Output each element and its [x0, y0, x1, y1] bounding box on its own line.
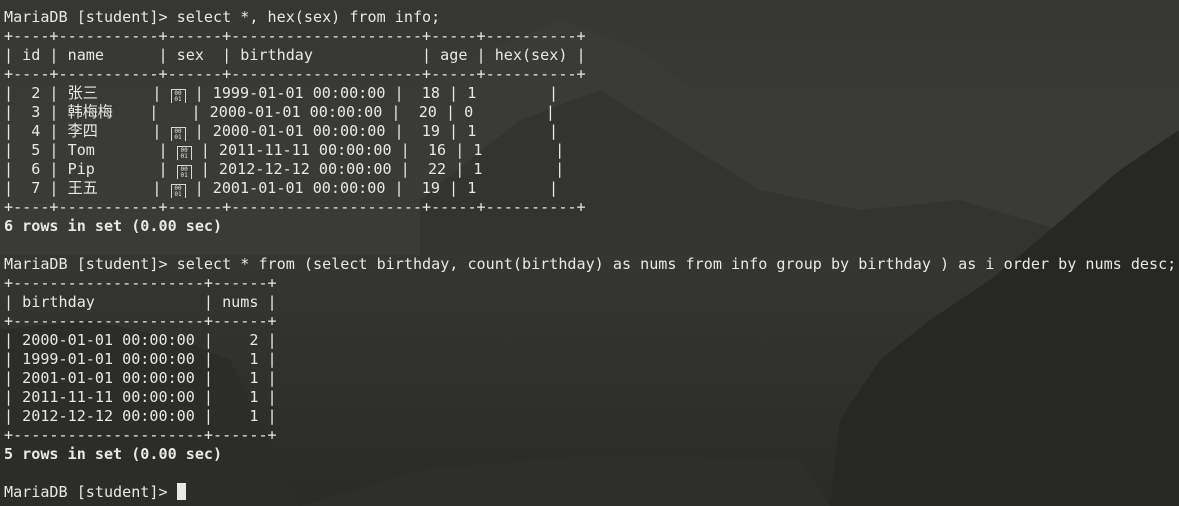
table-border: +----+-----------+------+---------------…: [4, 65, 586, 83]
table-row: | 2011-11-11 00:00:00 | 1 |: [4, 388, 277, 406]
text-cursor: [176, 483, 186, 500]
table-border: +----+-----------+------+---------------…: [4, 198, 586, 216]
row-suffix: | 2012-12-12 00:00:00 | 22 | 1 |: [191, 160, 565, 178]
unknown-glyph-box: 00 01: [170, 184, 186, 198]
table-row: | 2012-12-12 00:00:00 | 1 |: [4, 407, 277, 425]
table-row: | 4 | 李四 | 00 01 | 2000-01-01 00:00:00 | …: [4, 122, 1179, 141]
row-prefix: | 5 | Tom |: [4, 141, 177, 159]
row-prefix: | 4 | 李四 |: [4, 122, 171, 140]
table-row: | 2000-01-01 00:00:00 | 2 |: [4, 331, 277, 349]
row-prefix: | 3 | 韩梅梅 |: [4, 103, 168, 121]
row-suffix: | 1999-01-01 00:00:00 | 18 | 1 |: [185, 84, 559, 102]
unknown-glyph-box: 00 01: [170, 127, 186, 141]
command-line: MariaDB [student]> select * from (select…: [4, 255, 1179, 274]
table-border: +---------------------+------+: [4, 312, 277, 330]
result-summary: 5 rows in set (0.00 sec): [4, 445, 223, 463]
command-line: MariaDB [student]> select *, hex(sex) fr…: [4, 8, 1179, 27]
row-prefix: | 2 | 张三 |: [4, 84, 171, 102]
table-header-row: | birthday | nums |: [4, 293, 277, 311]
row-suffix: | 2000-01-01 00:00:00 | 20 | 0 |: [182, 103, 556, 121]
table-row: | 2001-01-01 00:00:00 | 1 |: [4, 369, 277, 387]
terminal-window[interactable]: MariaDB [student]> select *, hex(sex) fr…: [0, 0, 1179, 506]
query-text: select * from (select birthday, count(bi…: [176, 255, 1177, 273]
unknown-glyph-box: 00 01: [170, 89, 186, 103]
unknown-glyph-box: 00 01: [176, 165, 192, 179]
row-prefix: | 6 | Pip |: [4, 160, 177, 178]
table-border: +----+-----------+------+---------------…: [4, 27, 586, 45]
table-row: | 5 | Tom | 00 01 | 2011-11-11 00:00:00 |…: [4, 141, 1179, 160]
table-border: +---------------------+------+: [4, 426, 277, 444]
table-row: | 1999-01-01 00:00:00 | 1 |: [4, 350, 277, 368]
table-row: | 6 | Pip | 00 01 | 2012-12-12 00:00:00 |…: [4, 160, 1179, 179]
unknown-glyph-box: 00 01: [176, 146, 192, 160]
prompt: MariaDB [student]>: [4, 8, 177, 26]
table-border: +---------------------+------+: [4, 274, 277, 292]
row-suffix: | 2001-01-01 00:00:00 | 19 | 1 |: [185, 179, 559, 197]
row-suffix: | 2011-11-11 00:00:00 | 16 | 1 |: [191, 141, 565, 159]
row-prefix: | 7 | 王五 |: [4, 179, 171, 197]
table-header-row: | id | name | sex | birthday | age | hex…: [4, 46, 586, 64]
table-row: | 2 | 张三 | 00 01 | 1999-01-01 00:00:00 | …: [4, 84, 1179, 103]
prompt: MariaDB [student]>: [4, 255, 177, 273]
result-summary: 6 rows in set (0.00 sec): [4, 217, 223, 235]
query-text: select *, hex(sex) from info;: [176, 8, 441, 26]
row-suffix: | 2000-01-01 00:00:00 | 19 | 1 |: [185, 122, 559, 140]
table-row: | 3 | 韩梅梅 | | 2000-01-01 00:00:00 | 20 |…: [4, 103, 1179, 122]
prompt: MariaDB [student]>: [4, 483, 177, 501]
table-row: | 7 | 王五 | 00 01 | 2001-01-01 00:00:00 | …: [4, 179, 1179, 198]
input-line[interactable]: MariaDB [student]>: [4, 483, 1179, 502]
